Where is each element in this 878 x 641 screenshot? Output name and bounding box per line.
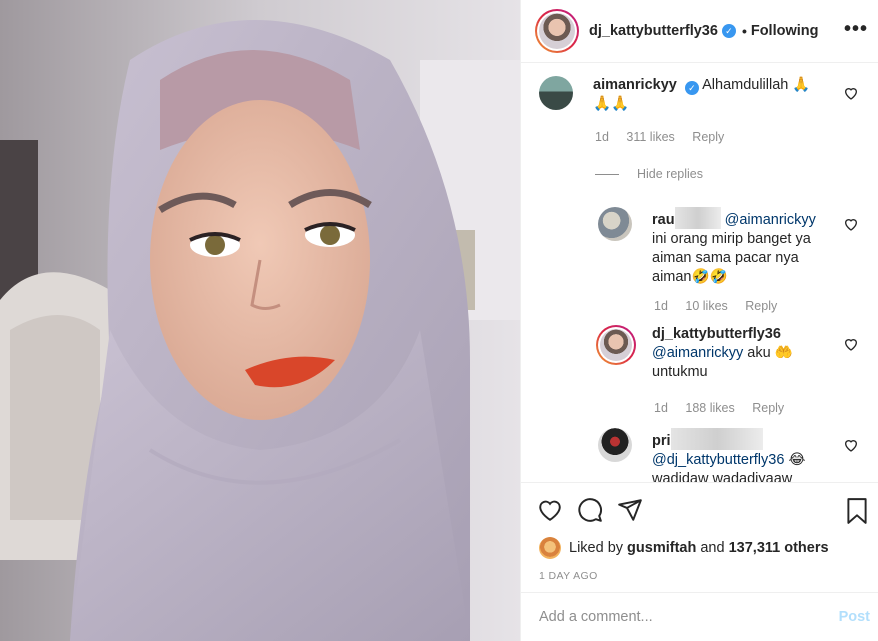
author-avatar[interactable]	[535, 9, 579, 53]
comment-text: 😂	[788, 452, 806, 468]
reply-item: rau @aimanrickyy ini orang mirip banget …	[598, 207, 852, 287]
comment-mention[interactable]: @aimanrickyy	[725, 212, 816, 228]
commenter-avatar[interactable]	[598, 428, 632, 462]
redacted-username	[670, 428, 763, 450]
liked-by-user[interactable]: gusmiftah	[627, 540, 696, 556]
comment-text-cont: aiman🤣🤣	[652, 269, 728, 285]
comments-list: aimanrickyy ✓ Alhamdulillah 🙏 🙏🙏 1d 311 …	[521, 64, 878, 482]
hide-replies-button[interactable]: Hide replies	[595, 167, 703, 181]
like-comment-heart-icon[interactable]	[843, 216, 859, 232]
commenter-avatar[interactable]	[598, 207, 632, 241]
comment-likes[interactable]: 311 likes	[626, 130, 674, 144]
post-photo[interactable]	[0, 0, 520, 641]
more-icon[interactable]: •••	[844, 19, 868, 39]
post-actions: Liked by gusmiftah and 137,311 others 1 …	[521, 482, 878, 592]
reply-button[interactable]: Reply	[692, 130, 724, 144]
comment-text-cont: wadidaw wadadiyaaw	[652, 471, 793, 482]
comment-time: 1d	[654, 299, 668, 313]
comment-meta: 1d 188 likes Reply	[654, 401, 798, 415]
commenter-avatar[interactable]	[596, 325, 636, 365]
post-button[interactable]: Post	[839, 609, 870, 625]
comment-input[interactable]: Add a comment...	[539, 609, 839, 625]
redacted-username	[674, 207, 721, 229]
comment-likes[interactable]: 188 likes	[685, 401, 734, 415]
hide-replies-label: Hide replies	[637, 167, 704, 181]
save-icon[interactable]	[844, 497, 870, 525]
post-date[interactable]: 1 DAY AGO	[539, 570, 598, 582]
comment-time: 1d	[595, 130, 609, 144]
comment-icon[interactable]	[577, 497, 603, 523]
comment-username[interactable]: rau	[652, 212, 675, 228]
liked-others[interactable]: 137,311 others	[729, 540, 829, 556]
like-comment-heart-icon[interactable]	[843, 336, 859, 352]
selfie-image	[0, 0, 520, 641]
separator-dot: •	[741, 23, 747, 39]
comment-text: ini orang mirip banget ya	[652, 231, 811, 247]
reply-item: dj_kattybutterfly36 @aimanrickyy aku 🤲 u…	[596, 325, 852, 382]
reply-button[interactable]: Reply	[752, 401, 784, 415]
add-comment-bar: Add a comment... Post	[521, 592, 878, 641]
comment-username[interactable]: aimanrickyy	[593, 77, 677, 93]
reply-button[interactable]: Reply	[745, 299, 777, 313]
comment-likes[interactable]: 10 likes	[685, 299, 727, 313]
comment-time: 1d	[654, 401, 668, 415]
commenter-avatar[interactable]	[539, 76, 573, 110]
comment-text: Alhamdulillah 🙏	[702, 77, 811, 93]
comment-text: aku 🤲	[747, 345, 793, 361]
liked-by-label: Liked by	[569, 540, 624, 556]
share-icon[interactable]	[617, 497, 643, 523]
liker-avatar[interactable]	[539, 537, 561, 559]
comment-text-cont: untukmu	[652, 364, 708, 380]
comment-item: aimanrickyy ✓ Alhamdulillah 🙏 🙏🙏	[539, 76, 833, 114]
comment-text-cont: aiman sama pacar nya	[652, 250, 799, 266]
author-username[interactable]: dj_kattybutterfly36	[589, 23, 718, 39]
verified-icon: ✓	[721, 24, 736, 38]
comment-meta: 1d 311 likes Reply	[595, 130, 738, 144]
post-header: dj_kattybutterfly36 ✓ • Following •••	[521, 0, 878, 63]
divider	[595, 173, 619, 175]
heart-icon[interactable]	[537, 497, 563, 523]
like-comment-heart-icon[interactable]	[843, 437, 859, 453]
comment-username[interactable]: pri	[652, 433, 671, 449]
comment-username[interactable]: dj_kattybutterfly36	[652, 326, 781, 342]
verified-icon: ✓	[684, 81, 699, 95]
comment-mention[interactable]: @dj_kattybutterfly36	[652, 452, 784, 468]
liked-and: and	[700, 540, 725, 556]
comment-text-cont: 🙏🙏	[593, 96, 630, 112]
likes-summary: Liked by gusmiftah and 137,311 others	[539, 537, 829, 559]
comment-meta: 1d 10 likes Reply	[654, 299, 791, 313]
reply-item: pri @dj_kattybutterfly36 😂 wadidaw wadad…	[598, 428, 852, 482]
like-comment-heart-icon[interactable]	[843, 85, 859, 101]
comment-mention[interactable]: @aimanrickyy	[652, 345, 743, 361]
post-detail-panel: dj_kattybutterfly36 ✓ • Following ••• ai…	[520, 0, 878, 641]
following-button[interactable]: Following	[751, 23, 819, 39]
